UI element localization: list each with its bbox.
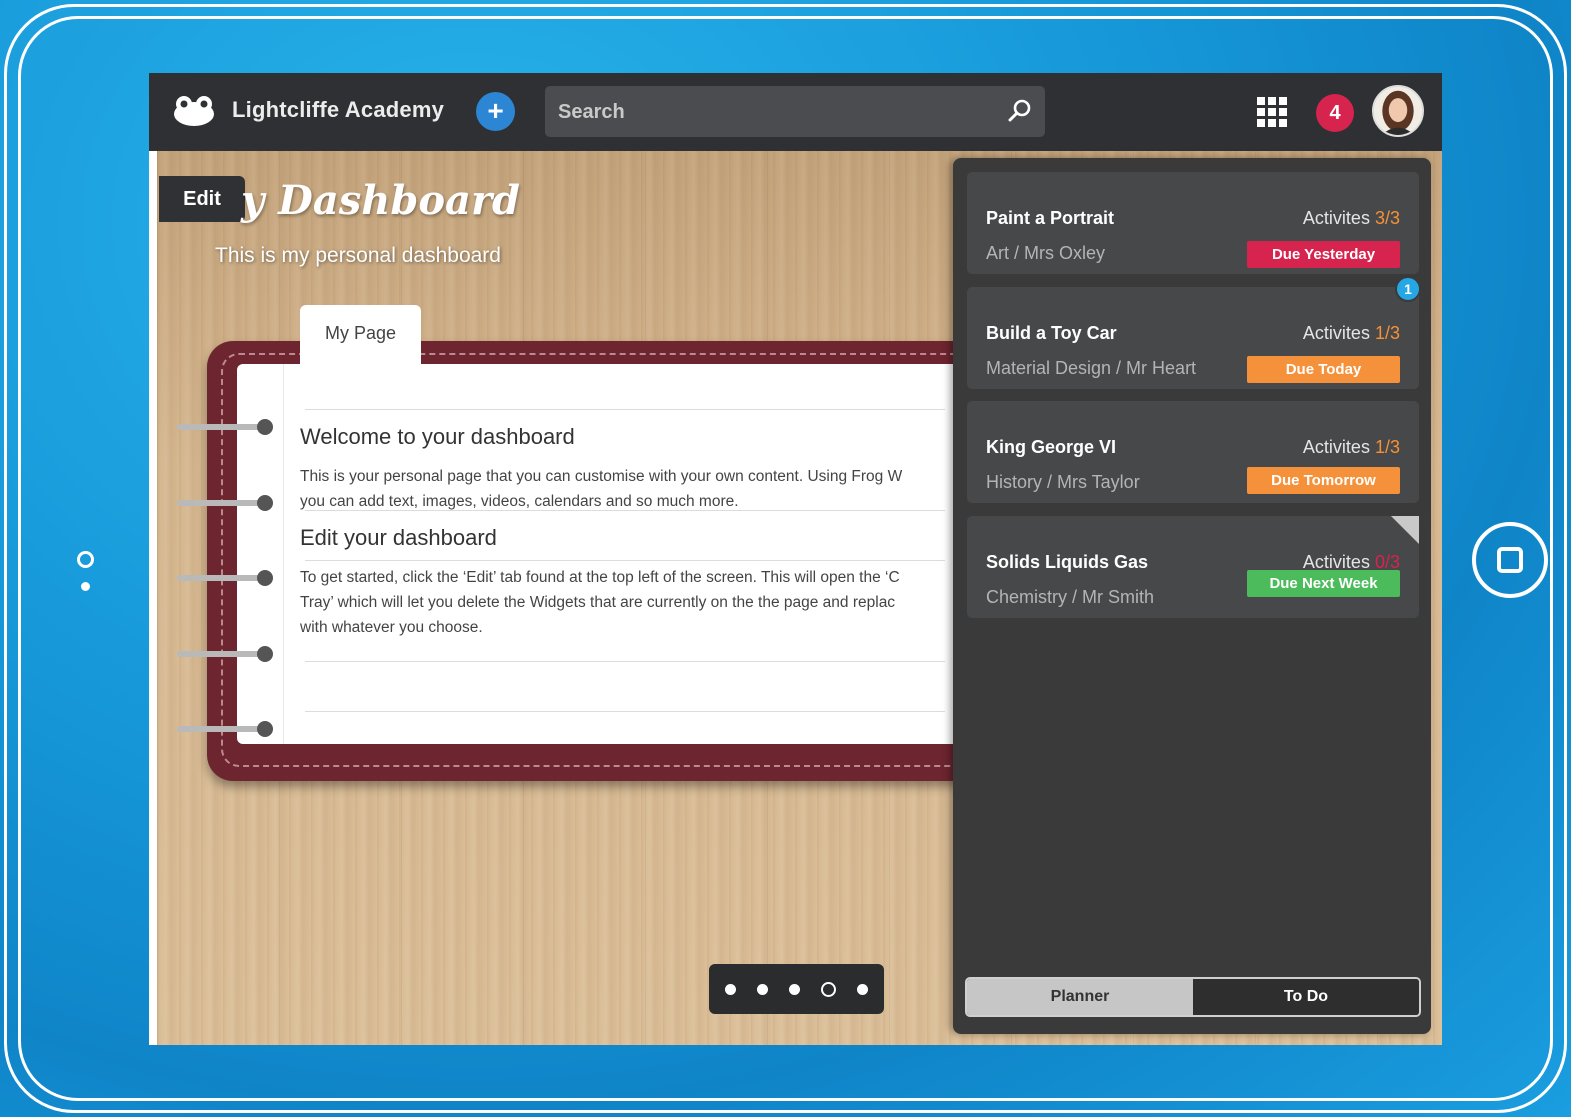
task-card[interactable]: Solids Liquids Gas Chemistry / Mr Smith … bbox=[967, 516, 1419, 618]
edit-heading: Edit your dashboard bbox=[300, 525, 497, 550]
task-activities: Activites 1/3 bbox=[1303, 437, 1400, 458]
page-dot[interactable] bbox=[789, 983, 800, 995]
activities-label: Activites bbox=[1302, 437, 1370, 457]
home-button[interactable] bbox=[1472, 522, 1548, 598]
card-notification-badge: 1 bbox=[1395, 276, 1421, 302]
search-icon[interactable] bbox=[1007, 98, 1033, 124]
activities-count: 1/3 bbox=[1374, 323, 1400, 343]
welcome-heading: Welcome to your dashboard bbox=[300, 424, 575, 449]
page-rule bbox=[305, 560, 945, 561]
task-subject: Art / Mrs Oxley bbox=[986, 243, 1106, 263]
edit-line: To get started, click the ‘Edit’ tab fou… bbox=[300, 569, 900, 586]
binder-ring-icon bbox=[177, 419, 273, 435]
edit-tab[interactable]: Edit bbox=[159, 176, 245, 222]
task-activities: Activites 1/3 bbox=[1303, 323, 1400, 344]
edit-text: To get started, click the ‘Edit’ tab fou… bbox=[300, 565, 950, 640]
apps-grid-icon[interactable] bbox=[1257, 97, 1287, 127]
activities-count: 1/3 bbox=[1374, 437, 1400, 457]
task-activities: Activites 3/3 bbox=[1303, 208, 1400, 229]
binder-ring-icon bbox=[177, 646, 273, 662]
home-square-icon bbox=[1497, 547, 1523, 573]
notebook-page bbox=[237, 364, 1017, 744]
search-input[interactable]: Search bbox=[545, 86, 1045, 137]
page-margin-line bbox=[283, 364, 284, 744]
tab-planner[interactable]: Planner bbox=[967, 979, 1193, 1015]
edit-line: Tray’ which will let you delete the Widg… bbox=[300, 594, 896, 611]
page-rule bbox=[305, 510, 945, 511]
welcome-line: This is your personal page that you can … bbox=[300, 468, 903, 485]
page-title: y Dashboard bbox=[241, 177, 520, 224]
page-dot-current[interactable] bbox=[821, 981, 836, 997]
page-subtitle: This is my personal dashboard bbox=[215, 244, 501, 267]
top-bar: Lightcliffe Academy + Search 4 bbox=[149, 73, 1442, 151]
task-title: Solids Liquids Gas bbox=[986, 552, 1149, 572]
due-badge: Due Next Week bbox=[1247, 570, 1400, 597]
task-subject: Material Design / Mr Heart bbox=[986, 358, 1197, 378]
page-indicator[interactable] bbox=[709, 964, 884, 1014]
camera-icon bbox=[77, 551, 94, 568]
task-title: Paint a Portrait bbox=[986, 208, 1115, 228]
page-rule bbox=[305, 661, 945, 662]
activities-label: Activites bbox=[1302, 323, 1370, 343]
add-button[interactable]: + bbox=[476, 92, 515, 131]
task-card[interactable]: Build a Toy Car Material Design / Mr Hea… bbox=[967, 287, 1419, 389]
tab-todo[interactable]: To Do bbox=[1193, 979, 1419, 1015]
activities-count: 0/3 bbox=[1374, 552, 1400, 572]
binder-ring-icon bbox=[177, 570, 273, 586]
binder-ring-icon bbox=[177, 721, 273, 737]
task-subject: Chemistry / Mr Smith bbox=[986, 587, 1155, 607]
search-placeholder: Search bbox=[558, 101, 625, 123]
avatar[interactable] bbox=[1372, 85, 1424, 137]
frog-logo-icon[interactable] bbox=[173, 95, 215, 127]
activities-count: 3/3 bbox=[1374, 208, 1400, 228]
activities-label: Activites bbox=[1302, 552, 1370, 572]
binder-ring-icon bbox=[177, 495, 273, 511]
page-rule bbox=[305, 409, 945, 410]
due-badge: Due Today bbox=[1247, 356, 1400, 383]
activities-label: Activites bbox=[1302, 208, 1370, 228]
due-badge: Due Yesterday bbox=[1247, 241, 1400, 268]
task-card[interactable]: King George VI History / Mrs Taylor Acti… bbox=[967, 401, 1419, 503]
notification-badge[interactable]: 4 bbox=[1316, 94, 1354, 132]
tab-my-page[interactable]: My Page bbox=[300, 305, 421, 365]
welcome-text: This is your personal page that you can … bbox=[300, 464, 950, 514]
sensor-dot bbox=[81, 582, 90, 591]
app-screen: Lightcliffe Academy + Search 4 Edit y Da… bbox=[149, 73, 1442, 1045]
page-dot[interactable] bbox=[857, 983, 868, 995]
edit-line: with whatever you choose. bbox=[300, 619, 483, 636]
school-name[interactable]: Lightcliffe Academy bbox=[232, 97, 444, 123]
page-dot[interactable] bbox=[757, 983, 768, 995]
task-title: King George VI bbox=[986, 437, 1117, 457]
task-title: Build a Toy Car bbox=[986, 323, 1117, 343]
page-dot[interactable] bbox=[725, 983, 736, 995]
planner-panel: Paint a Portrait Art / Mrs Oxley Activit… bbox=[953, 158, 1431, 1034]
task-subject: History / Mrs Taylor bbox=[986, 472, 1140, 492]
card-fold-corner bbox=[1391, 516, 1419, 544]
due-badge: Due Tomorrow bbox=[1247, 467, 1400, 494]
page-rule bbox=[305, 711, 945, 712]
planner-todo-toggle[interactable]: Planner To Do bbox=[965, 977, 1421, 1017]
task-card[interactable]: Paint a Portrait Art / Mrs Oxley Activit… bbox=[967, 172, 1419, 274]
